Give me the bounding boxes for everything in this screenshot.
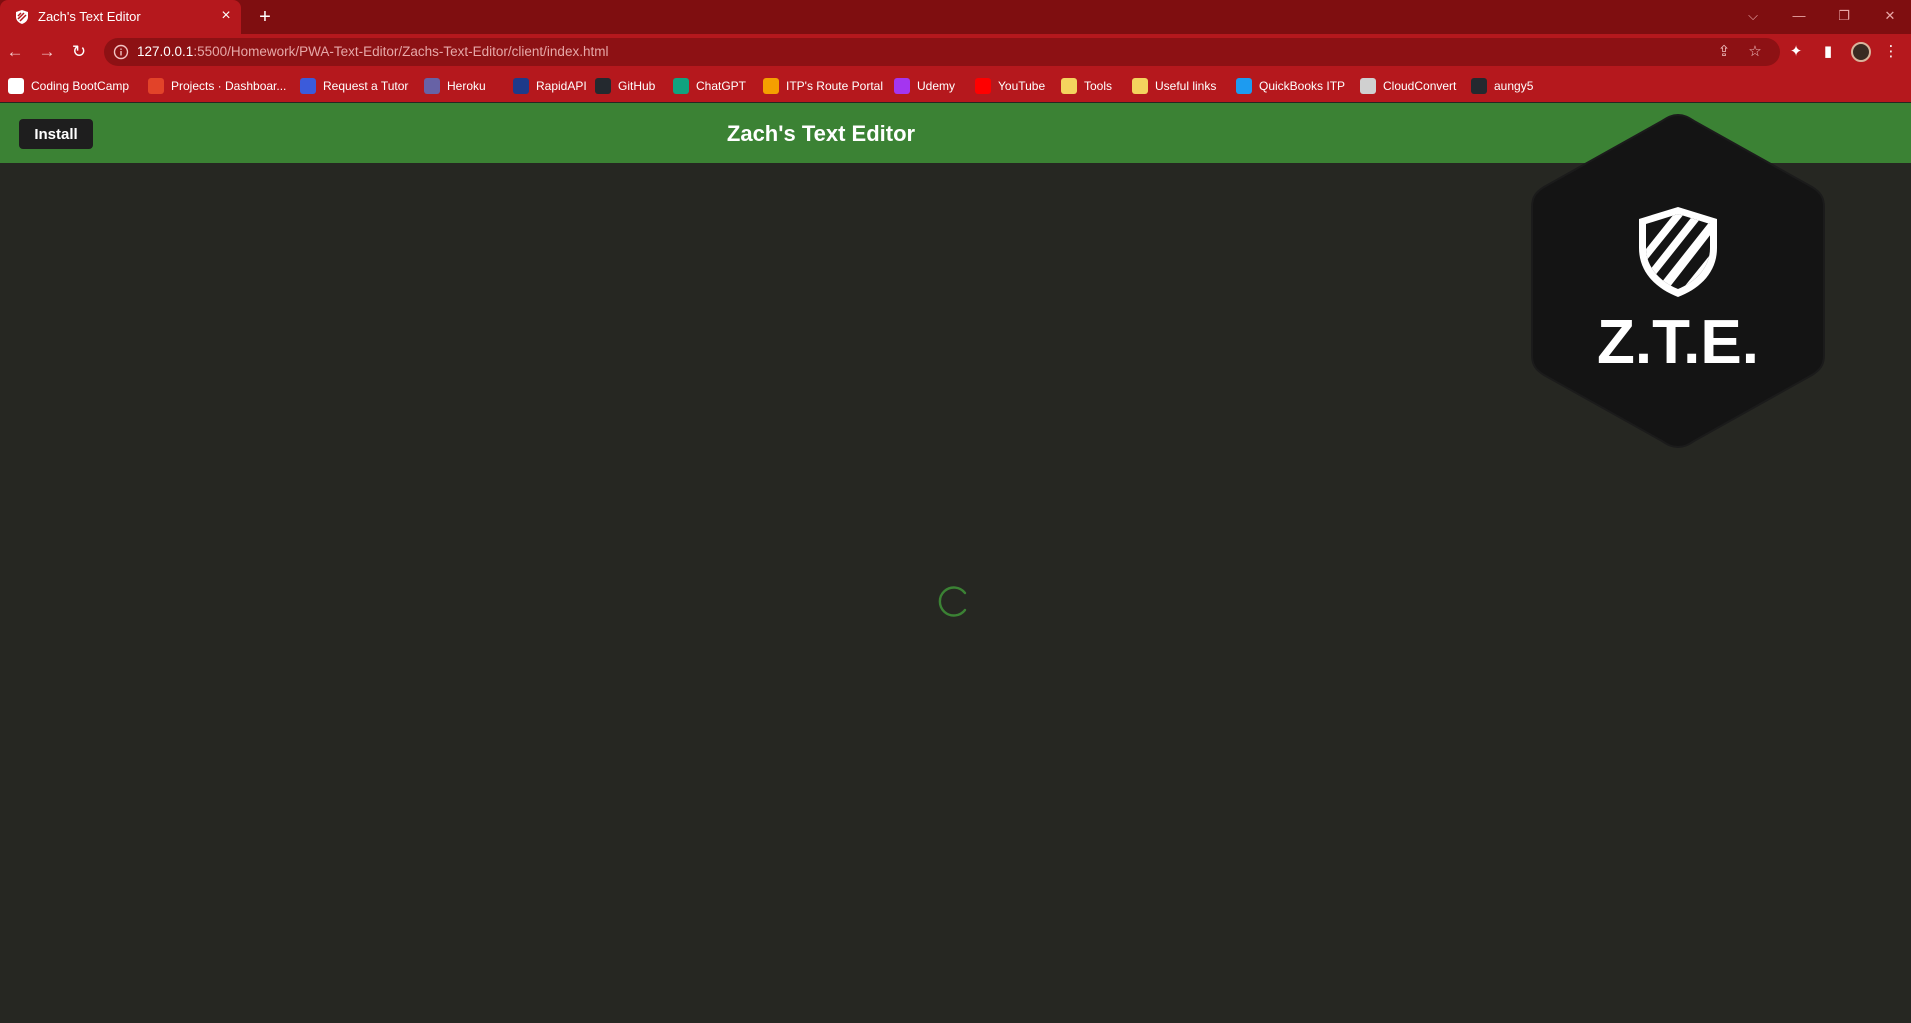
forward-button[interactable]: → bbox=[36, 41, 58, 63]
bookmark-favicon-icon bbox=[1471, 78, 1487, 94]
url-path: :5500/Homework/PWA-Text-Editor/Zachs-Tex… bbox=[193, 44, 609, 59]
profile-avatar[interactable] bbox=[1851, 42, 1871, 62]
bookmark-favicon-icon bbox=[1061, 78, 1077, 94]
tab-favicon-shield-icon bbox=[16, 10, 28, 24]
bookmark-item[interactable]: Request a Tutor bbox=[300, 77, 408, 95]
active-tab[interactable]: Zach's Text Editor × bbox=[0, 0, 241, 34]
bookmark-label: Useful links bbox=[1155, 79, 1217, 93]
bookmark-item[interactable]: QuickBooks ITP bbox=[1236, 77, 1345, 95]
minimize-button[interactable]: — bbox=[1788, 5, 1810, 27]
bookmark-label: ITP's Route Portal bbox=[786, 79, 883, 93]
bookmark-label: CloudConvert bbox=[1383, 79, 1457, 93]
bookmark-item[interactable]: ChatGPT bbox=[673, 77, 746, 95]
bookmark-favicon-icon bbox=[975, 78, 991, 94]
reload-button[interactable]: ↻ bbox=[68, 41, 90, 63]
bookmark-label: Tools bbox=[1084, 79, 1113, 93]
page-title: Zach's Text Editor bbox=[726, 121, 916, 146]
bookmark-favicon-icon bbox=[1360, 78, 1376, 94]
bookmark-label: Request a Tutor bbox=[323, 79, 409, 93]
bookmark-item[interactable]: ITP's Route Portal bbox=[763, 77, 883, 95]
share-icon[interactable]: ⇪ bbox=[1714, 42, 1734, 62]
site-info-icon[interactable] bbox=[113, 44, 129, 60]
new-tab-button[interactable]: + bbox=[254, 6, 276, 28]
back-button[interactable]: ← bbox=[4, 41, 26, 63]
loading-spinner bbox=[938, 586, 967, 617]
bookmark-item[interactable]: Useful links bbox=[1132, 77, 1216, 95]
url-host: 127.0.0.1 bbox=[137, 44, 194, 59]
bookmark-favicon-icon bbox=[8, 78, 24, 94]
bookmark-favicon-icon bbox=[424, 78, 440, 94]
bookmark-favicon-icon bbox=[148, 78, 164, 94]
bookmark-item[interactable]: Coding BootCamp bbox=[8, 77, 129, 95]
bookmark-item[interactable]: Projects · Dashboar... bbox=[148, 77, 286, 95]
url-text[interactable]: 127.0.0.1:5500/Homework/PWA-Text-Editor/… bbox=[137, 44, 608, 59]
tab-strip: Zach's Text Editor × + ⌵ — ❐ ✕ bbox=[0, 0, 1911, 34]
bookmark-item[interactable]: Udemy bbox=[894, 77, 955, 95]
bookmark-label: YouTube bbox=[998, 79, 1046, 93]
bookmark-label: Udemy bbox=[917, 79, 956, 93]
menu-icon[interactable]: ⋮ bbox=[1880, 41, 1902, 63]
restore-button[interactable]: ❐ bbox=[1833, 5, 1855, 27]
bookmark-label: GitHub bbox=[618, 79, 656, 93]
address-bar[interactable]: 127.0.0.1:5500/Homework/PWA-Text-Editor/… bbox=[104, 38, 1780, 66]
side-panel-icon[interactable]: ▮ bbox=[1817, 41, 1839, 63]
tab-search-icon[interactable]: ⌵ bbox=[1742, 5, 1764, 27]
bookmark-label: Heroku bbox=[447, 79, 486, 93]
extensions-icon[interactable]: ✦ bbox=[1785, 41, 1807, 63]
bookmark-label: Projects · Dashboar... bbox=[171, 79, 287, 93]
browser-toolbar: ← → ↻ 127.0.0.1:5500/Homework/PWA-Text-E… bbox=[0, 34, 1911, 70]
bookmark-star-icon[interactable]: ☆ bbox=[1745, 42, 1765, 62]
tab-close-icon[interactable]: × bbox=[218, 8, 234, 24]
tab-title: Zach's Text Editor bbox=[38, 9, 141, 24]
bookmark-label: QuickBooks ITP bbox=[1259, 79, 1346, 93]
bookmark-favicon-icon bbox=[300, 78, 316, 94]
bookmark-favicon-icon bbox=[894, 78, 910, 94]
bookmark-favicon-icon bbox=[673, 78, 689, 94]
bookmark-label: ChatGPT bbox=[696, 79, 747, 93]
bookmark-favicon-icon bbox=[513, 78, 529, 94]
bookmark-item[interactable]: RapidAPI bbox=[513, 77, 587, 95]
bookmark-item[interactable]: CloudConvert bbox=[1360, 77, 1456, 95]
logo-text: Z.T.E. bbox=[1597, 308, 1759, 377]
bookmark-item[interactable]: Tools bbox=[1061, 77, 1112, 95]
bookmark-item[interactable]: YouTube bbox=[975, 77, 1045, 95]
bookmark-favicon-icon bbox=[1132, 78, 1148, 94]
bookmark-item[interactable]: GitHub bbox=[595, 77, 655, 95]
bookmark-label: RapidAPI bbox=[536, 79, 587, 93]
bookmark-favicon-icon bbox=[595, 78, 611, 94]
zte-logo: Z.T.E. bbox=[1531, 113, 1825, 449]
bookmark-favicon-icon bbox=[763, 78, 779, 94]
bookmark-favicon-icon bbox=[1236, 78, 1252, 94]
bookmark-item[interactable]: aungy5 bbox=[1471, 77, 1533, 95]
bookmarks-bar: Coding BootCamp Projects · Dashboar... Req… bbox=[0, 70, 1911, 102]
bookmark-label: Coding BootCamp bbox=[31, 79, 130, 93]
bookmark-item[interactable]: Heroku bbox=[424, 77, 486, 95]
close-window-button[interactable]: ✕ bbox=[1879, 5, 1901, 27]
bookmark-label: aungy5 bbox=[1494, 79, 1534, 93]
